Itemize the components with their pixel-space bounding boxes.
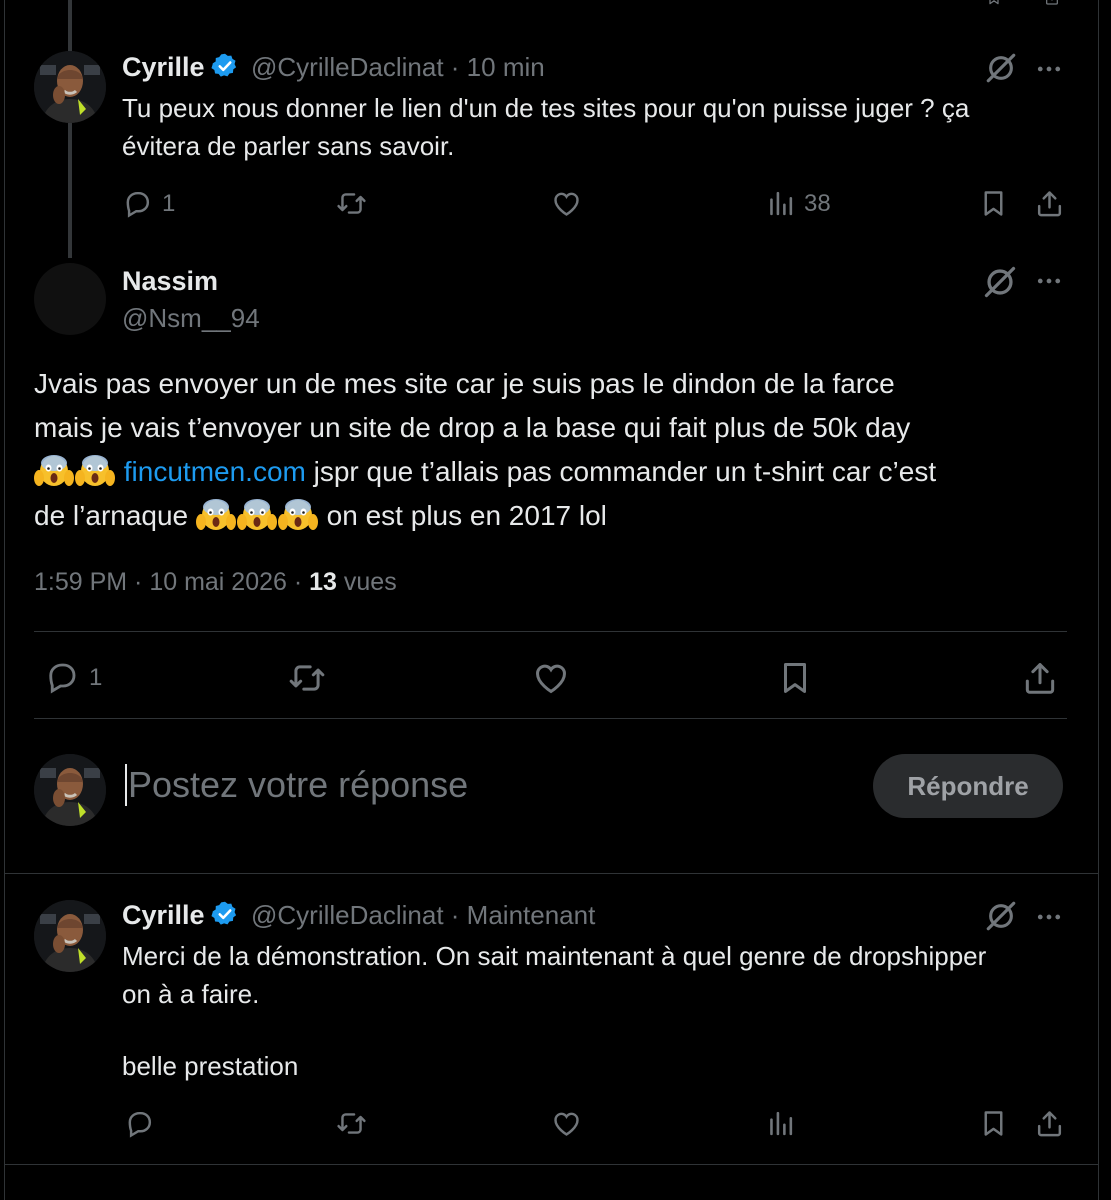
like-icon[interactable] <box>551 1108 582 1139</box>
verified-badge-icon <box>211 52 239 85</box>
scream-emoji-icon <box>237 497 277 531</box>
divider <box>34 718 1067 719</box>
avatar[interactable] <box>34 900 106 972</box>
views-icon[interactable] <box>765 1108 796 1139</box>
author-name[interactable]: Nassim <box>122 266 218 297</box>
divider <box>4 1164 1098 1165</box>
divider <box>34 631 1067 632</box>
share-icon[interactable] <box>1034 1108 1065 1139</box>
avatar[interactable] <box>34 51 106 123</box>
retweet-icon[interactable] <box>336 1108 367 1139</box>
retweet-icon[interactable] <box>288 659 326 697</box>
share-icon[interactable] <box>1038 0 1066 6</box>
reply-icon[interactable] <box>122 188 153 219</box>
tweet-text: Tu peux nous donner le lien d'un de tes … <box>122 93 970 161</box>
like-icon[interactable] <box>551 188 582 219</box>
share-icon[interactable] <box>1021 659 1059 697</box>
grok-icon[interactable] <box>984 899 1018 933</box>
scream-emoji-icon <box>34 453 74 487</box>
avatar <box>34 754 106 826</box>
divider <box>4 873 1098 874</box>
tweet-time[interactable]: 10 min <box>467 52 545 82</box>
tweet-timestamp[interactable]: 1:59 PM · 10 mai 2026 · <box>34 568 309 596</box>
grok-icon[interactable] <box>984 51 1018 85</box>
bookmark-icon[interactable] <box>978 188 1009 219</box>
reply-icon[interactable] <box>124 1108 155 1139</box>
author-name[interactable]: Cyrille <box>122 900 205 930</box>
author-name[interactable]: Cyrille <box>122 52 205 82</box>
tweet-text: Merci de la démonstration. On sait maint… <box>122 941 987 1081</box>
views-count: 38 <box>804 190 831 217</box>
avatar[interactable] <box>34 263 106 335</box>
reply-count: 1 <box>89 664 103 691</box>
views-icon[interactable] <box>765 188 796 219</box>
bookmark-icon[interactable] <box>776 659 814 697</box>
author-handle[interactable]: @Nsm__94 <box>122 303 260 334</box>
tweet-time[interactable]: Maintenant <box>467 900 596 930</box>
thread-connector-line <box>68 0 72 258</box>
bookmark-icon[interactable] <box>978 1108 1009 1139</box>
retweet-icon[interactable] <box>336 188 367 219</box>
author-handle[interactable]: @CyrilleDaclinat <box>251 52 444 82</box>
reply-button[interactable]: Répondre <box>873 754 1063 818</box>
views-label: vues <box>336 568 397 596</box>
reply-input[interactable]: Postez votre réponse <box>128 764 468 806</box>
scream-emoji-icon <box>196 497 236 531</box>
like-icon[interactable] <box>532 659 570 697</box>
more-options-icon[interactable] <box>1034 902 1064 932</box>
more-options-icon[interactable] <box>1034 54 1064 84</box>
bookmark-icon[interactable] <box>980 0 1008 6</box>
views-count: 13 <box>309 568 337 596</box>
reply-icon[interactable] <box>44 659 80 695</box>
grok-icon[interactable] <box>982 264 1018 300</box>
text-cursor <box>125 764 127 806</box>
tweet-link[interactable]: fincutmen.com <box>124 456 306 487</box>
tweet-meta: 1:59 PM · 10 mai 2026 · 13 vues <box>34 568 397 597</box>
tweet-text: Jvais pas envoyer un de mes site car je … <box>34 368 937 531</box>
scream-emoji-icon <box>278 497 318 531</box>
reply-count: 1 <box>162 190 176 217</box>
share-icon[interactable] <box>1034 188 1065 219</box>
verified-badge-icon <box>211 900 239 933</box>
scream-emoji-icon <box>75 453 115 487</box>
author-handle[interactable]: @CyrilleDaclinat <box>251 900 444 930</box>
more-options-icon[interactable] <box>1034 266 1064 296</box>
